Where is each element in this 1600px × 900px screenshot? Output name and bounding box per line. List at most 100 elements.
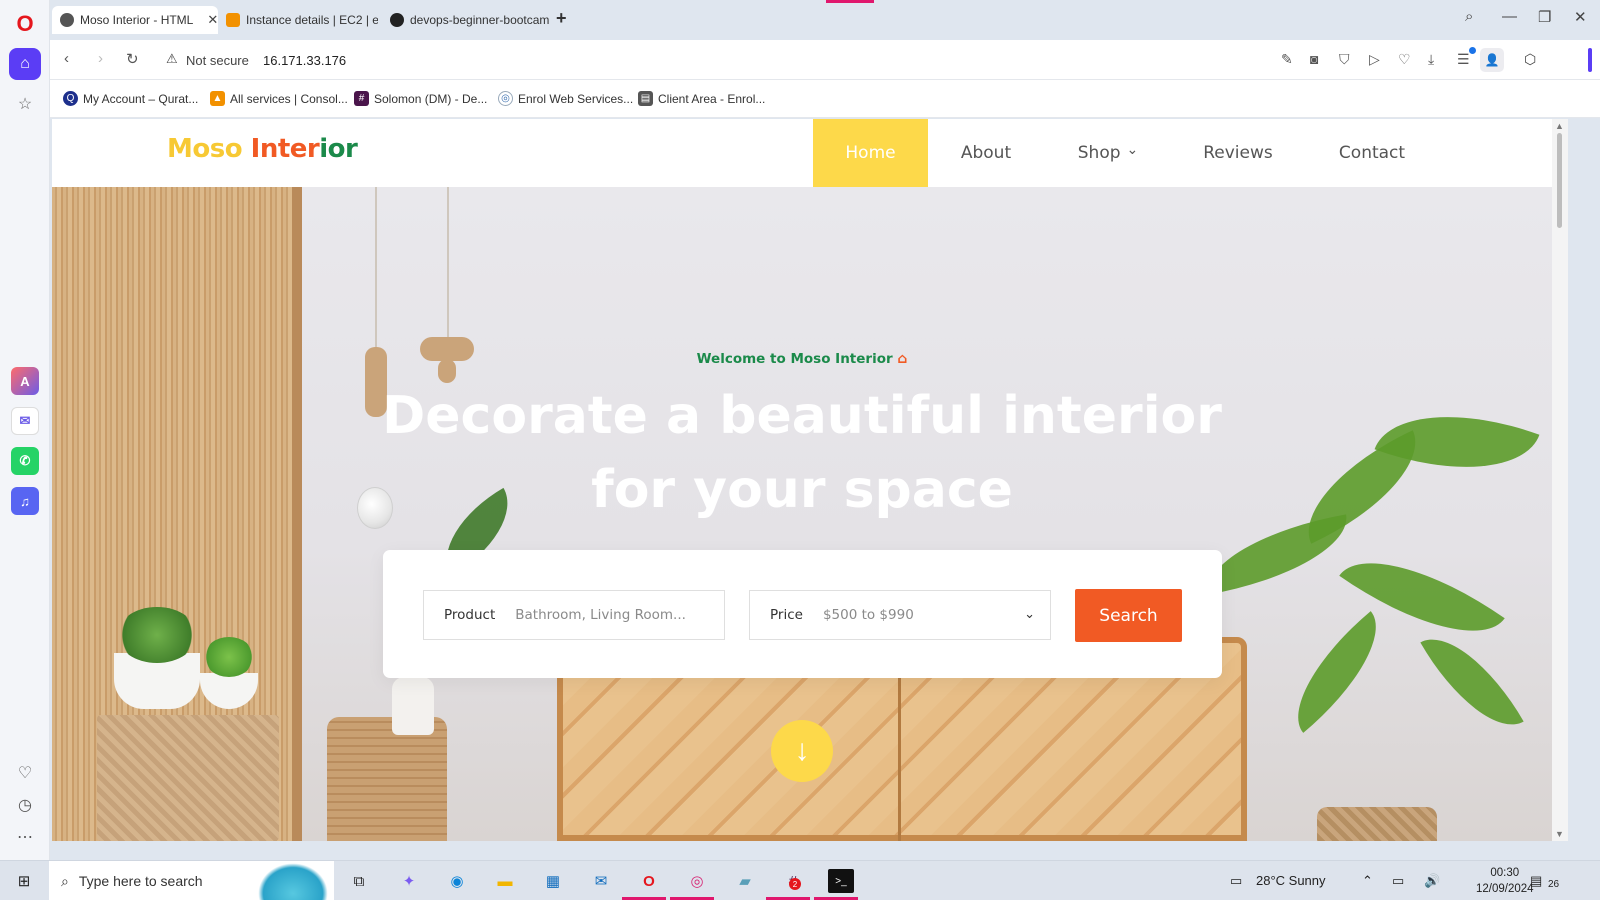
close-window-icon[interactable]: ✕ bbox=[1574, 8, 1587, 26]
task-view-icon[interactable]: ⧉ bbox=[346, 869, 372, 893]
weather-icon[interactable]: ▭ bbox=[1230, 873, 1242, 889]
notification-count: 26 bbox=[1548, 879, 1560, 890]
minimize-icon[interactable]: — bbox=[1502, 8, 1517, 25]
nav-label: About bbox=[960, 143, 1012, 163]
battery-icon[interactable]: ▭ bbox=[1392, 873, 1404, 889]
profile-icon[interactable]: 👤 bbox=[1480, 48, 1504, 72]
nav-about[interactable]: About bbox=[940, 119, 1032, 187]
music-player-icon[interactable]: ♫ bbox=[11, 487, 39, 515]
opera-icon[interactable]: O bbox=[636, 869, 662, 893]
copilot-icon[interactable]: ✦ bbox=[396, 869, 422, 893]
nav-label: Contact bbox=[1338, 143, 1406, 163]
download-icon[interactable]: ⤓ bbox=[1428, 51, 1434, 68]
taskbar: ⊞ ⌕ Type here to search ⧉ ✦ ◉ ▬ ▦ ✉ O ◎ … bbox=[0, 860, 1600, 900]
palm-leaf bbox=[1271, 611, 1403, 733]
bookmark-item[interactable]: # Solomon (DM) - De... bbox=[354, 91, 487, 106]
restore-icon[interactable]: ❐ bbox=[1538, 8, 1551, 26]
play-icon[interactable]: ▷ bbox=[1369, 51, 1380, 68]
notifications-icon[interactable]: ▤ bbox=[1530, 873, 1542, 889]
taskbar-search[interactable]: ⌕ Type here to search bbox=[49, 861, 334, 900]
opera-logo-icon[interactable]: O bbox=[9, 8, 41, 40]
product-label: Product bbox=[444, 607, 496, 623]
scroll-down-icon[interactable]: ▼ bbox=[1555, 829, 1564, 839]
tab-label: Instance details | EC2 | eu- bbox=[246, 13, 378, 27]
tab-label: devops-beginner-bootcam bbox=[410, 13, 550, 27]
search-button[interactable]: Search bbox=[1075, 589, 1182, 642]
back-icon[interactable]: ‹ bbox=[64, 50, 69, 67]
tab-ec2[interactable]: Instance details | EC2 | eu- bbox=[218, 6, 378, 34]
document-icon: ▤ bbox=[638, 91, 653, 106]
price-label: Price bbox=[770, 607, 803, 623]
aws-icon: ▲ bbox=[210, 91, 225, 106]
volume-icon[interactable]: 🔊 bbox=[1424, 873, 1440, 889]
nav-contact[interactable]: Contact bbox=[1324, 119, 1420, 187]
welcome-text: Welcome to Moso Interior bbox=[696, 351, 893, 367]
scroll-down-button[interactable]: ↓ bbox=[771, 720, 833, 782]
camera-icon[interactable]: ◙ bbox=[1310, 51, 1318, 67]
whatsapp-icon[interactable]: ✆ bbox=[11, 447, 39, 475]
clock-time: 00:30 bbox=[1490, 867, 1520, 879]
globe-icon bbox=[60, 13, 74, 27]
plant-foliage bbox=[204, 637, 254, 677]
nav-shop[interactable]: Shop ⌄ bbox=[1067, 119, 1149, 187]
clock-date: 12/09/2024 bbox=[1476, 883, 1534, 895]
bookmark-label: All services | Consol... bbox=[230, 91, 348, 106]
edge-icon[interactable]: ◉ bbox=[444, 869, 470, 893]
bookmark-item[interactable]: ▲ All services | Consol... bbox=[210, 91, 348, 106]
mail-icon[interactable]: ✉ bbox=[588, 869, 614, 893]
heart-icon[interactable]: ♡ bbox=[9, 757, 41, 789]
enrol-icon: ◎ bbox=[498, 91, 513, 106]
file-explorer-icon[interactable]: ▬ bbox=[492, 869, 518, 893]
close-icon[interactable]: ✕ bbox=[207, 12, 218, 28]
scrollbar-thumb[interactable] bbox=[1557, 133, 1562, 228]
search-tabs-icon[interactable]: ⌕ bbox=[1465, 8, 1473, 25]
more-icon[interactable]: ⋯ bbox=[9, 821, 41, 853]
product-placeholder: Bathroom, Living Room... bbox=[515, 607, 686, 623]
bookmark-label: Enrol Web Services... bbox=[518, 91, 634, 106]
taskbar-clock[interactable]: 00:30 12/09/2024 bbox=[1476, 865, 1534, 897]
nav-home[interactable]: Home bbox=[813, 119, 928, 187]
url-input[interactable]: 16.171.33.176 bbox=[263, 53, 346, 68]
edit-icon[interactable]: ✎ bbox=[1281, 51, 1293, 68]
shield-icon[interactable]: ⛉ bbox=[1339, 51, 1350, 68]
store-icon[interactable]: ▦ bbox=[540, 869, 566, 893]
aria-ai-icon[interactable]: A bbox=[11, 367, 39, 395]
instagram-icon[interactable]: ◎ bbox=[684, 869, 710, 893]
product-input[interactable]: Product Bathroom, Living Room... bbox=[423, 590, 725, 640]
nav-reviews[interactable]: Reviews bbox=[1190, 119, 1286, 187]
hero-section: Welcome to Moso Interior ⌂ Decorate a be… bbox=[52, 187, 1552, 841]
scroll-up-icon[interactable]: ▲ bbox=[1555, 121, 1564, 131]
bookmark-label: My Account – Qurat... bbox=[83, 91, 199, 106]
notes-icon[interactable]: ▰ bbox=[732, 869, 758, 893]
warning-icon[interactable]: ⚠ bbox=[166, 51, 178, 67]
menu-icon[interactable]: ☰ bbox=[1457, 51, 1470, 68]
reload-icon[interactable]: ↻ bbox=[126, 50, 139, 68]
chevron-up-icon[interactable]: ⌃ bbox=[1362, 873, 1373, 889]
weather-text[interactable]: 28°C Sunny bbox=[1256, 873, 1326, 888]
history-icon[interactable]: ◷ bbox=[9, 789, 41, 821]
security-label[interactable]: Not secure bbox=[186, 53, 249, 68]
terminal-icon[interactable]: >_ bbox=[828, 869, 854, 893]
tab-github[interactable]: devops-beginner-bootcam bbox=[382, 6, 550, 34]
bookmark-item[interactable]: ▤ Client Area - Enrol... bbox=[638, 91, 765, 106]
tab-moso-interior[interactable]: Moso Interior - HTML ✕ bbox=[52, 6, 218, 34]
site-logo[interactable]: Moso Interior bbox=[167, 134, 358, 164]
wooden-stool bbox=[327, 717, 447, 841]
chevron-down-icon: ⌄ bbox=[1126, 142, 1139, 158]
home-icon[interactable]: ⌂ bbox=[9, 48, 41, 80]
bookmark-item[interactable]: Q My Account – Qurat... bbox=[63, 91, 198, 106]
bookmark-item[interactable]: ◎ Enrol Web Services... bbox=[498, 91, 633, 106]
windows-start-icon[interactable]: ⊞ bbox=[11, 869, 37, 893]
search-highlight-image bbox=[258, 863, 328, 900]
house-icon: ⌂ bbox=[897, 351, 908, 367]
extensions-icon[interactable]: ⬡ bbox=[1524, 51, 1536, 68]
new-tab-button[interactable]: + bbox=[556, 8, 567, 29]
messenger-icon[interactable]: ✉ bbox=[11, 407, 39, 435]
price-select[interactable]: Price $500 to $990 ⌄ bbox=[749, 590, 1051, 640]
heart-icon[interactable]: ♡ bbox=[1398, 51, 1411, 68]
forward-icon[interactable]: › bbox=[98, 50, 103, 67]
bookmark-label: Client Area - Enrol... bbox=[658, 91, 766, 106]
star-icon[interactable]: ☆ bbox=[9, 88, 41, 120]
slack-badge: 2 bbox=[789, 878, 801, 890]
page-scrollbar[interactable]: ▲ ▼ bbox=[1552, 119, 1568, 841]
